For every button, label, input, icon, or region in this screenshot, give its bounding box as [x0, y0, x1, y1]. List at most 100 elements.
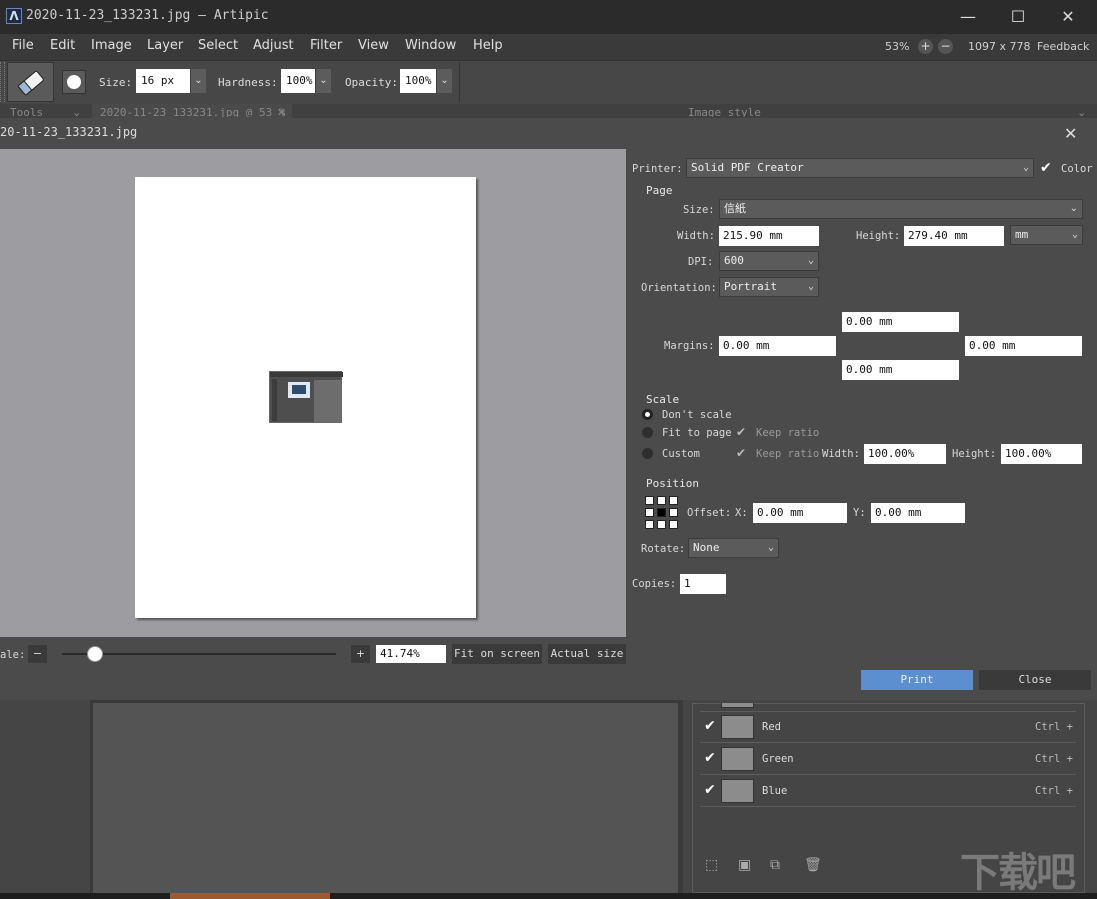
offset-y-label: Y:	[853, 507, 866, 519]
dont-scale-radio[interactable]	[642, 409, 653, 420]
anchor-top-center[interactable]	[657, 496, 666, 505]
color-checkbox-icon[interactable]: ✔	[1040, 160, 1052, 176]
size-input[interactable]: 16 px	[136, 69, 190, 93]
dpi-select[interactable]: 600 ⌄	[719, 251, 819, 271]
layer-visibility-check-icon[interactable]: ✔	[704, 782, 716, 798]
width-input[interactable]: 215.90 mm	[719, 226, 819, 246]
taskbar-strip	[0, 893, 1097, 899]
anchor-bottom-right[interactable]	[669, 520, 678, 529]
menu-image[interactable]: Image	[91, 38, 132, 53]
rotate-select[interactable]: None ⌄	[688, 538, 779, 558]
maximize-button[interactable]: ☐	[995, 0, 1041, 34]
height-input[interactable]: 279.40 mm	[904, 226, 1004, 246]
margin-top-input[interactable]: 0.00 mm	[842, 312, 959, 332]
layer-row-red[interactable]: ✔ Red Ctrl +	[700, 712, 1076, 743]
close-window-button[interactable]: ✕	[1045, 0, 1091, 34]
dialog-header	[0, 118, 1097, 149]
menu-layer[interactable]: Layer	[147, 38, 183, 53]
hardness-input[interactable]: 100%	[281, 69, 315, 93]
scale-decrease-button[interactable]: −	[28, 645, 47, 663]
offset-y-input[interactable]: 0.00 mm	[871, 503, 965, 523]
rotate-select-value: None	[693, 541, 720, 554]
layer-visibility-check-icon[interactable]: ✔	[704, 718, 716, 734]
orientation-label: Orientation:	[641, 282, 717, 294]
menu-edit[interactable]: Edit	[50, 38, 75, 53]
scale-slider-track[interactable]	[62, 653, 336, 655]
menu-view[interactable]: View	[358, 38, 389, 53]
actual-size-button[interactable]: Actual size	[548, 644, 626, 664]
opacity-input[interactable]: 100%	[400, 69, 436, 93]
document-tab-close-icon[interactable]: ✕	[277, 106, 286, 117]
layer-visibility-check-icon[interactable]: ✔	[704, 750, 716, 766]
fit-to-page-radio[interactable]	[642, 427, 653, 438]
feedback-link[interactable]: Feedback	[1037, 40, 1089, 53]
margin-right-input[interactable]: 0.00 mm	[965, 336, 1082, 356]
anchor-middle-right[interactable]	[669, 508, 678, 517]
dont-scale-label: Don't scale	[662, 409, 732, 421]
margin-bottom-input[interactable]: 0.00 mm	[842, 360, 959, 380]
position-anchor-grid[interactable]	[645, 496, 681, 530]
size-dropdown-chevron-icon[interactable]: ⌄	[190, 69, 206, 93]
dpi-select-value: 600	[724, 254, 744, 267]
anchor-center[interactable]	[657, 508, 666, 517]
anchor-top-left[interactable]	[645, 496, 654, 505]
menu-filter[interactable]: Filter	[310, 38, 342, 53]
new-layer-icon[interactable]: ⧉	[770, 857, 780, 873]
print-button[interactable]: Print	[861, 670, 973, 690]
keep-ratio-custom-checkbox-icon[interactable]: ✔	[736, 446, 746, 460]
scale-percent-input[interactable]: 41.74%	[376, 645, 446, 663]
unit-select[interactable]: mm ⌄	[1010, 225, 1083, 245]
zoom-in-button[interactable]: +	[918, 39, 933, 54]
anchor-middle-left[interactable]	[645, 508, 654, 517]
orientation-select[interactable]: Portrait ⌄	[719, 277, 819, 297]
menu-file[interactable]: File	[12, 38, 34, 53]
page-size-select[interactable]: 信紙 ⌄	[719, 199, 1083, 219]
layer-thumbnail	[721, 715, 754, 739]
zoom-out-button[interactable]: −	[938, 39, 953, 54]
printer-select[interactable]: Solid PDF Creator ⌄	[686, 158, 1034, 178]
anchor-bottom-center[interactable]	[657, 520, 666, 529]
image-style-chevron-icon: ⌄	[1077, 106, 1087, 117]
selection-icon[interactable]: ⬚	[705, 857, 718, 873]
minimize-button[interactable]: —	[945, 0, 991, 34]
mask-icon[interactable]: ▣	[738, 857, 751, 873]
offset-x-label: X:	[735, 507, 748, 519]
preview-scale-label: ale:	[0, 649, 26, 661]
position-section-title: Position	[646, 477, 699, 490]
opacity-dropdown-chevron-icon[interactable]: ⌄	[436, 69, 452, 93]
preview-image-thumbnail	[269, 371, 343, 423]
layer-thumbnail-partial	[721, 703, 754, 708]
opacity-label: Opacity:	[345, 76, 398, 89]
anchor-bottom-left[interactable]	[645, 520, 654, 529]
app-logo-icon: Λ	[6, 8, 22, 24]
offset-x-input[interactable]: 0.00 mm	[753, 503, 847, 523]
hardness-label: Hardness:	[218, 76, 278, 89]
margin-left-input[interactable]: 0.00 mm	[719, 336, 836, 356]
hardness-dropdown-chevron-icon[interactable]: ⌄	[315, 69, 331, 93]
keep-ratio-fit-checkbox-icon[interactable]: ✔	[736, 425, 746, 439]
menu-window[interactable]: Window	[405, 38, 456, 53]
menu-select[interactable]: Select	[198, 38, 238, 53]
document-tab-label: 2020-11-23_133231.jpg @ 53 %	[100, 106, 286, 117]
anchor-top-right[interactable]	[669, 496, 678, 505]
fit-on-screen-button[interactable]: Fit on screen	[452, 644, 542, 664]
scale-slider-handle[interactable]	[86, 646, 103, 662]
dialog-close-icon[interactable]: ✕	[1064, 124, 1077, 143]
margins-label: Margins:	[664, 340, 715, 352]
scale-width-input[interactable]: 100.00%	[864, 444, 946, 464]
layer-name: Blue	[762, 785, 788, 797]
scale-increase-button[interactable]: +	[351, 645, 370, 663]
tools-panel-chevron-icon: ⌄	[72, 106, 82, 117]
layer-row-blue[interactable]: ✔ Blue Ctrl +	[700, 776, 1076, 807]
eraser-tool-button[interactable]	[7, 62, 54, 102]
menu-adjust[interactable]: Adjust	[253, 38, 294, 53]
layer-row-green[interactable]: ✔ Green Ctrl +	[700, 744, 1076, 775]
scale-height-input[interactable]: 100.00%	[1001, 444, 1082, 464]
menu-help[interactable]: Help	[473, 38, 503, 53]
page-section-title: Page	[646, 184, 673, 197]
custom-scale-radio[interactable]	[642, 448, 653, 459]
copies-input[interactable]: 1	[680, 574, 726, 594]
zoom-level: 53%	[885, 40, 910, 53]
trash-icon[interactable]: 🗑	[804, 857, 822, 873]
close-dialog-button[interactable]: Close	[979, 670, 1091, 690]
